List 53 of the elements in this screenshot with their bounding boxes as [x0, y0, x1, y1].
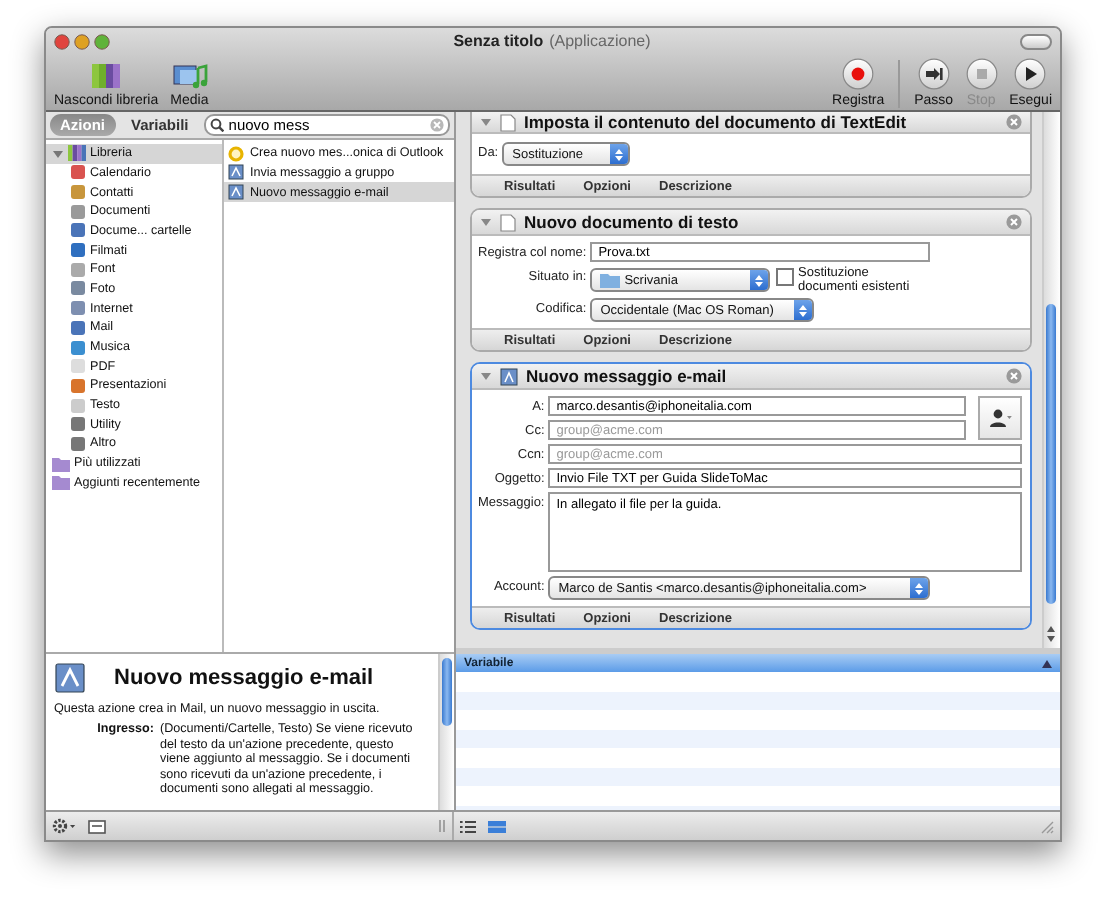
stepper-icon [914, 581, 925, 595]
list-view-icon[interactable] [460, 819, 476, 833]
minimize-button[interactable] [74, 33, 90, 49]
action-title: Nuovo documento di testo [524, 212, 741, 232]
document-icon [500, 213, 516, 231]
gear-icon[interactable] [52, 818, 76, 834]
scrollbar-thumb[interactable] [442, 658, 452, 726]
close-button[interactable] [54, 33, 70, 49]
action-title: Nuovo messaggio e-mail [526, 366, 729, 386]
panel-icon[interactable] [88, 819, 106, 833]
window-title: Senza titolo [453, 32, 544, 50]
column-view-icon[interactable] [488, 819, 506, 833]
books-icon [68, 144, 86, 163]
stamp-icon [500, 367, 518, 385]
stamp-icon [228, 164, 244, 181]
scrollbar[interactable] [1042, 112, 1060, 648]
close-icon[interactable] [1006, 114, 1022, 130]
stop-icon [965, 58, 998, 90]
address-book-button[interactable] [978, 396, 1022, 440]
sort-icon [1042, 659, 1052, 667]
record-icon [842, 58, 875, 90]
disclosure-icon[interactable] [480, 370, 492, 382]
action-title: Imposta il contenuto del documento di TextEdit [524, 112, 909, 132]
disclosure-icon[interactable] [480, 216, 492, 228]
scrollbar[interactable] [438, 654, 454, 810]
ring-icon [228, 145, 244, 162]
zoom-button[interactable] [94, 33, 110, 49]
stepper-icon [754, 273, 764, 287]
drag-handle-icon[interactable] [438, 818, 446, 834]
stamp-icon [228, 184, 244, 201]
step-icon [917, 58, 950, 90]
disclosure-icon[interactable] [480, 116, 492, 128]
document-icon [500, 113, 516, 131]
scroll-arrows-icon [1046, 624, 1056, 644]
scrollbar-thumb[interactable] [1046, 304, 1056, 604]
search-icon [210, 117, 225, 132]
action-card[interactable] [470, 362, 1032, 630]
close-icon[interactable] [1006, 214, 1022, 230]
person-icon [988, 408, 1012, 428]
play-icon [1014, 58, 1047, 90]
clear-icon [430, 117, 444, 132]
resize-grip-icon[interactable] [1040, 819, 1054, 833]
close-icon[interactable] [1006, 368, 1022, 384]
books-icon [90, 62, 123, 90]
checkbox[interactable] [776, 268, 794, 286]
toolbar-toggle-button[interactable] [1020, 33, 1052, 49]
stepper-icon [614, 147, 625, 161]
stepper-icon [798, 303, 809, 317]
stamp-icon [54, 662, 86, 694]
description-title: Nuovo messaggio e-mail [114, 666, 374, 690]
photo-music-icon [171, 62, 208, 90]
disclosure-icon[interactable] [52, 147, 64, 160]
window-subtitle: (Applicazione) [549, 32, 651, 50]
